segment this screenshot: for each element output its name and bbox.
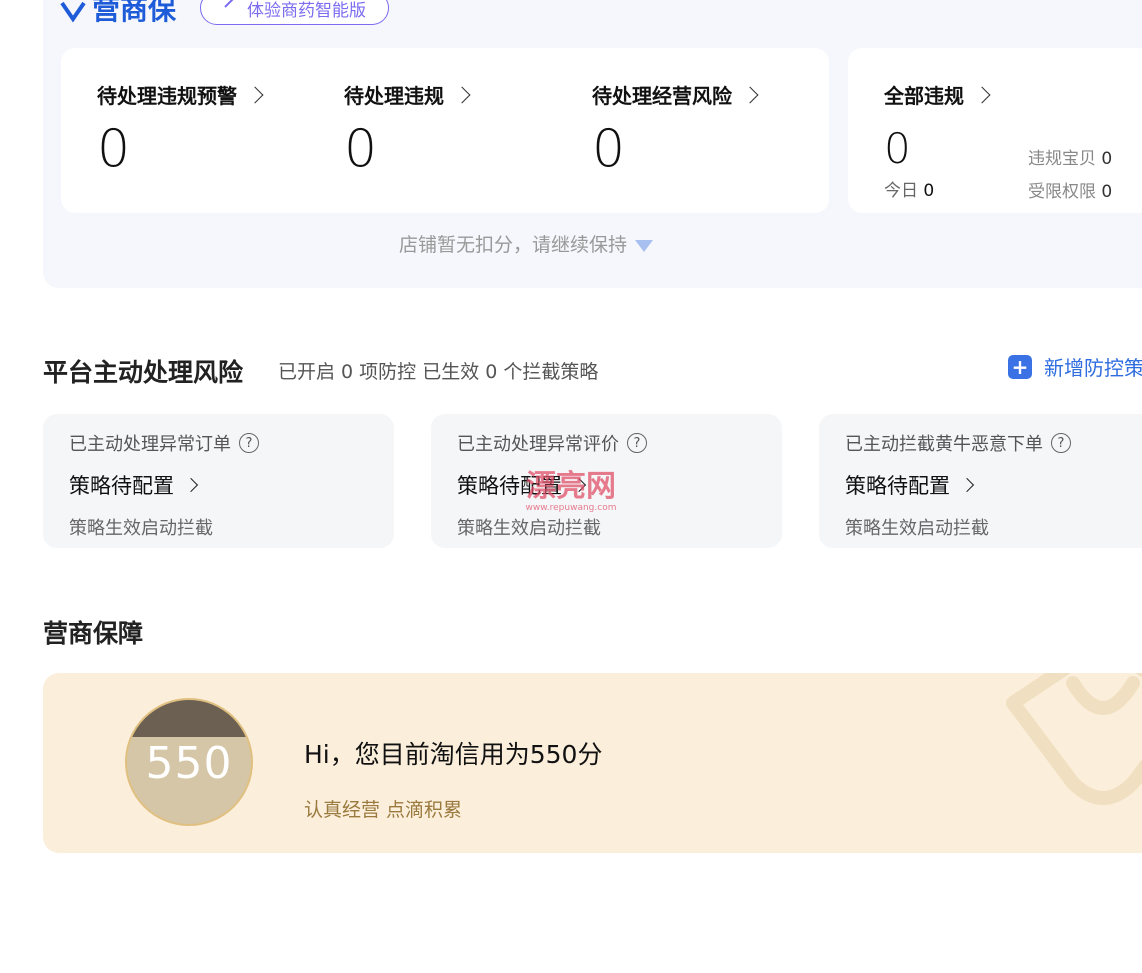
all-violations-title: 全部违规 xyxy=(884,84,964,108)
add-strategy-label: 新增防控策 xyxy=(1044,356,1142,380)
chevron-right-icon xyxy=(183,477,199,493)
plus-icon: + xyxy=(1008,354,1032,379)
stat-pending-warning[interactable]: 待处理违规预警 0 xyxy=(97,80,264,179)
watermark-text: 漂亮网 xyxy=(526,469,616,504)
chevron-right-icon xyxy=(246,86,264,103)
today-value: 0 xyxy=(923,181,935,201)
risk-card-note: 策略生效启动拦截 xyxy=(69,518,213,539)
side-stat-label: 受限权限 xyxy=(1028,182,1096,202)
restricted-permissions-stat: 受限权限 0 xyxy=(1028,177,1112,202)
risk-card-scalper-order: 已主动拦截黄牛恶意下单? 策略待配置 策略生效启动拦截 xyxy=(819,414,1142,548)
all-violations-link[interactable]: 全部违规 xyxy=(884,80,991,109)
help-icon[interactable]: ? xyxy=(1051,433,1071,453)
stat-pending-violation[interactable]: 待处理违规 0 xyxy=(344,80,471,179)
risk-card-abnormal-order: 已主动处理异常订单? 策略待配置 策略生效启动拦截 xyxy=(43,414,394,548)
chevron-right-icon xyxy=(453,86,471,103)
add-strategy-button[interactable]: + 新增防控策 xyxy=(1008,352,1142,381)
risk-card-label: 已主动处理异常评价 xyxy=(457,434,619,455)
brand-name: 营商保 xyxy=(92,0,177,26)
risk-card-config-link[interactable]: 策略待配置 xyxy=(845,470,1142,500)
upgrade-pill-label: 体验商药智能版 xyxy=(247,0,367,21)
platform-risk-title: 平台主动处理风险 xyxy=(43,358,244,387)
help-icon[interactable]: ? xyxy=(627,433,647,453)
stat-title: 待处理违规预警 xyxy=(97,84,237,108)
credit-slogan: 认真经营 点滴积累 xyxy=(304,799,463,821)
side-stat-value: 0 xyxy=(1101,149,1113,169)
footnote-text: 店铺暂无扣分，请继续保持 xyxy=(398,234,627,256)
brand-logo: 营商保 xyxy=(58,0,176,28)
risk-card-note: 策略生效启动拦截 xyxy=(457,518,601,539)
risk-card-state: 策略待配置 xyxy=(69,474,174,498)
help-icon[interactable]: ? xyxy=(239,433,259,453)
platform-risk-subtitle: 已开启 0 项防控 已生效 0 个拦截策略 xyxy=(278,361,599,383)
stat-title: 待处理经营风险 xyxy=(592,84,732,108)
risk-card-note: 策略生效启动拦截 xyxy=(845,518,989,539)
watermark-logo: 漂亮网 www.repuwang.com xyxy=(526,469,617,513)
stat-value: 0 xyxy=(592,119,626,179)
today-count: 今日 0 xyxy=(884,176,934,201)
stat-pending-risk[interactable]: 待处理经营风险 0 xyxy=(592,80,759,179)
bag-decoration-icon xyxy=(1006,673,1142,805)
brand-bar: 营商保 体验商药智能版 xyxy=(58,0,390,28)
side-stat-value: 0 xyxy=(1101,182,1113,202)
chevron-right-icon xyxy=(741,86,759,103)
risk-card-label: 已主动拦截黄牛恶意下单 xyxy=(845,434,1043,455)
risk-card-state: 策略待配置 xyxy=(845,474,950,498)
pending-stats-card: 待处理违规预警 0 待处理违规 0 待处理经营风险 0 xyxy=(61,48,829,213)
today-label: 今日 xyxy=(884,181,918,201)
stat-value: 0 xyxy=(97,119,131,179)
credit-message: Hi，您目前淘信用为550分 xyxy=(304,740,603,769)
stat-title: 待处理违规 xyxy=(344,84,444,108)
credit-score-badge: 550 xyxy=(125,698,253,826)
chevron-right-icon xyxy=(959,477,975,493)
upgrade-pill-button[interactable]: 体验商药智能版 xyxy=(200,0,390,25)
deduction-footnote[interactable]: 店铺暂无扣分，请继续保持 xyxy=(0,230,1142,257)
credit-score: 550 xyxy=(145,738,233,789)
watermark-url: www.repuwang.com xyxy=(526,503,617,513)
chevron-right-icon xyxy=(973,86,991,103)
credit-panel: 550 Hi，您目前淘信用为550分 认真经营 点滴积累 xyxy=(43,673,1142,853)
guarantee-title: 营商保障 xyxy=(43,619,144,648)
stat-value: 0 xyxy=(344,119,378,179)
side-stat-label: 违规宝贝 xyxy=(1028,149,1096,169)
risk-card-label: 已主动处理异常订单 xyxy=(69,434,231,455)
pencil-icon xyxy=(224,0,234,8)
all-violations-card: 全部违规 0 今日 0 违规宝贝 0 受限权限 0 xyxy=(848,48,1142,213)
shield-icon xyxy=(60,1,86,23)
risk-card-config-link[interactable]: 策略待配置 xyxy=(69,470,368,500)
violating-items-stat: 违规宝贝 0 xyxy=(1028,144,1112,169)
all-violations-value: 0 xyxy=(884,124,911,173)
caret-down-icon xyxy=(635,239,653,252)
